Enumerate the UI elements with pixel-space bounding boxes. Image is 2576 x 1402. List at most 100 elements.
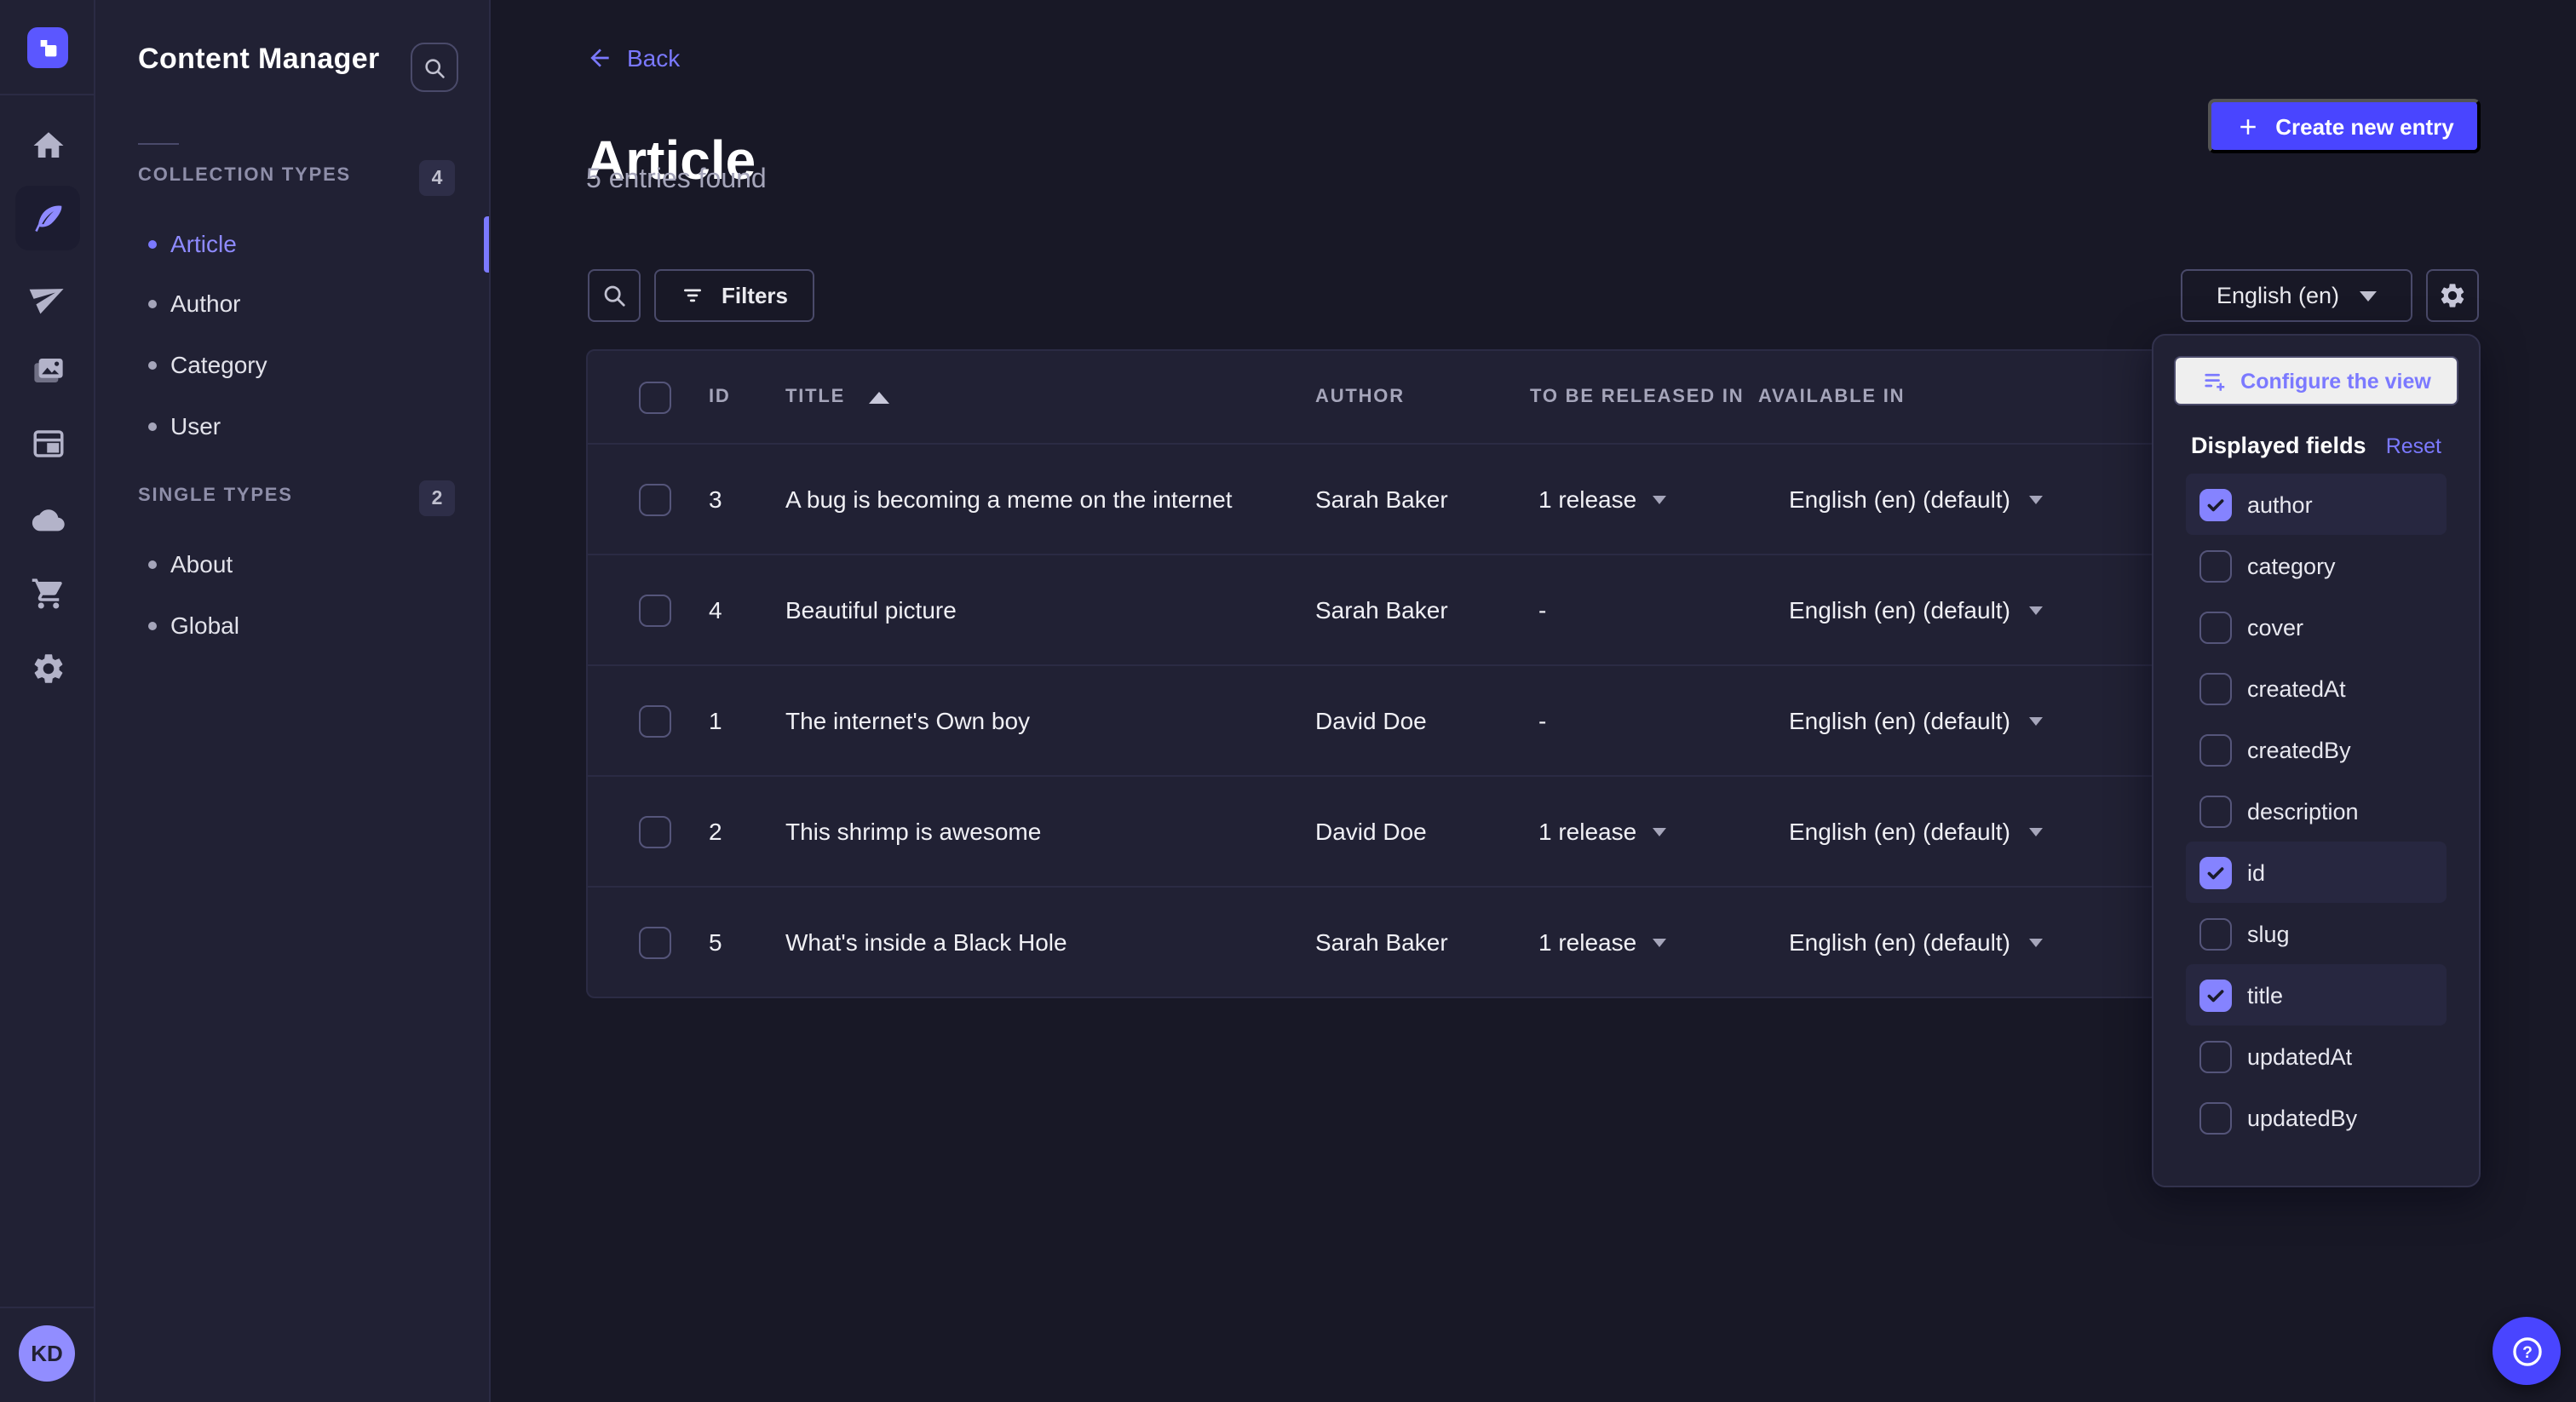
cell-id: 3 xyxy=(709,486,785,513)
filters-button[interactable]: Filters xyxy=(654,269,814,322)
release-caret-icon[interactable] xyxy=(1652,827,1665,836)
table-search-button[interactable] xyxy=(588,269,641,322)
strapi-logo[interactable] xyxy=(27,27,68,68)
content-manager-feather-icon[interactable] xyxy=(15,186,80,250)
field-checkbox[interactable] xyxy=(2199,795,2232,827)
sidebar-item-about[interactable]: About xyxy=(95,537,491,591)
sidebar-search-button[interactable] xyxy=(411,43,458,92)
create-new-entry-label: Create new entry xyxy=(2275,113,2454,139)
row-checkbox[interactable] xyxy=(639,594,671,626)
help-button[interactable]: ? xyxy=(2493,1317,2561,1385)
row-checkbox[interactable] xyxy=(639,704,671,737)
collection-types-badge: 4 xyxy=(419,160,455,196)
select-all-checkbox[interactable] xyxy=(639,381,671,413)
field-label: author xyxy=(2247,491,2313,517)
caret-down-icon xyxy=(2360,290,2377,301)
field-checkbox[interactable] xyxy=(2199,611,2232,643)
displayed-fields-title: Displayed fields xyxy=(2191,433,2366,458)
deploy-cloud-icon[interactable] xyxy=(15,487,80,552)
column-header-id[interactable]: ID xyxy=(709,387,785,407)
sidebar-item-user[interactable]: User xyxy=(95,399,491,453)
locale-caret-icon[interactable] xyxy=(2029,606,2043,614)
field-option-createdAt[interactable]: createdAt xyxy=(2186,658,2447,719)
filter-lines-icon xyxy=(681,283,706,308)
field-checkbox[interactable] xyxy=(2199,549,2232,582)
cell-release: 1 release xyxy=(1538,818,1636,845)
reset-link[interactable]: Reset xyxy=(2386,434,2441,457)
filters-label: Filters xyxy=(722,283,788,308)
cell-id: 1 xyxy=(709,707,785,734)
marketplace-cart-icon[interactable] xyxy=(15,560,80,625)
row-checkbox[interactable] xyxy=(639,926,671,958)
row-checkbox[interactable] xyxy=(639,483,671,515)
release-caret-icon[interactable] xyxy=(1652,495,1665,503)
sidebar-item-article[interactable]: Article xyxy=(95,216,491,271)
field-checkbox[interactable] xyxy=(2199,917,2232,950)
field-option-author[interactable]: author xyxy=(2186,474,2447,535)
field-option-title[interactable]: title xyxy=(2186,964,2447,1026)
row-checkbox[interactable] xyxy=(639,815,671,848)
locale-caret-icon[interactable] xyxy=(2029,495,2043,503)
create-new-entry-button[interactable]: Create new entry xyxy=(2208,99,2481,153)
field-option-description[interactable]: description xyxy=(2186,780,2447,842)
field-checkbox[interactable] xyxy=(2199,488,2232,520)
locale-select[interactable]: English (en) xyxy=(2181,269,2412,322)
sidebar-item-author[interactable]: Author xyxy=(95,276,491,330)
back-link[interactable]: Back xyxy=(586,44,680,72)
cell-title: What's inside a Black Hole xyxy=(785,928,1315,956)
settings-gear-icon[interactable] xyxy=(15,635,80,700)
single-types-badge: 2 xyxy=(419,480,455,516)
collection-types-label: COLLECTION TYPES xyxy=(138,165,351,186)
field-checkbox[interactable] xyxy=(2199,1040,2232,1072)
field-option-id[interactable]: id xyxy=(2186,842,2447,903)
configure-the-view-button[interactable]: Configure the view xyxy=(2174,356,2458,405)
strapi-logo-icon xyxy=(35,35,60,60)
field-checkbox[interactable] xyxy=(2199,856,2232,888)
field-label: category xyxy=(2247,553,2336,578)
field-option-updatedBy[interactable]: updatedBy xyxy=(2186,1087,2447,1148)
locale-caret-icon[interactable] xyxy=(2029,827,2043,836)
bullet-icon xyxy=(148,239,157,248)
field-label: updatedBy xyxy=(2247,1105,2357,1130)
rail-divider xyxy=(0,94,95,95)
media-library-images-icon[interactable] xyxy=(15,337,80,402)
user-avatar[interactable]: KD xyxy=(19,1325,75,1382)
entries-count: 5 entries found xyxy=(586,165,767,196)
cell-author: Sarah Baker xyxy=(1315,486,1530,513)
field-checkbox[interactable] xyxy=(2199,1101,2232,1134)
content-type-builder-layout-icon[interactable] xyxy=(15,411,80,475)
field-option-category[interactable]: category xyxy=(2186,535,2447,596)
cell-available: English (en) (default) xyxy=(1789,928,2010,956)
back-label: Back xyxy=(627,44,680,72)
content-manager-sidebar: Content Manager COLLECTION TYPES 4 Artic… xyxy=(95,0,491,1402)
field-option-slug[interactable]: slug xyxy=(2186,903,2447,964)
home-icon[interactable] xyxy=(15,112,80,177)
field-checkbox[interactable] xyxy=(2199,979,2232,1011)
field-option-createdBy[interactable]: createdBy xyxy=(2186,719,2447,780)
sort-ascending-icon[interactable] xyxy=(869,391,889,403)
field-option-cover[interactable]: cover xyxy=(2186,596,2447,658)
active-item-indicator xyxy=(484,216,489,273)
view-settings-gear-button[interactable] xyxy=(2426,269,2479,322)
sidebar-title-divider xyxy=(138,143,179,145)
releases-paper-plane-icon[interactable] xyxy=(15,262,80,327)
release-caret-icon[interactable] xyxy=(1652,938,1665,946)
field-label: createdAt xyxy=(2247,675,2346,701)
cell-title: The internet's Own boy xyxy=(785,707,1315,734)
sidebar-item-global[interactable]: Global xyxy=(95,598,491,652)
field-checkbox[interactable] xyxy=(2199,672,2232,704)
configure-the-view-label: Configure the view xyxy=(2240,369,2431,393)
field-option-updatedAt[interactable]: updatedAt xyxy=(2186,1026,2447,1087)
sidebar-item-category[interactable]: Category xyxy=(95,337,491,392)
view-settings-popover: Configure the view Displayed fields Rese… xyxy=(2152,334,2481,1187)
plus-icon xyxy=(2234,113,2260,139)
bullet-icon xyxy=(148,299,157,307)
question-mark-icon: ? xyxy=(2509,1333,2544,1369)
cell-id: 5 xyxy=(709,928,785,956)
sidebar-item-label: Global xyxy=(170,612,239,639)
field-checkbox[interactable] xyxy=(2199,733,2232,766)
locale-caret-icon[interactable] xyxy=(2029,938,2043,946)
cell-available: English (en) (default) xyxy=(1789,818,2010,845)
locale-caret-icon[interactable] xyxy=(2029,716,2043,725)
column-header-title[interactable]: TITLE xyxy=(785,387,1315,407)
